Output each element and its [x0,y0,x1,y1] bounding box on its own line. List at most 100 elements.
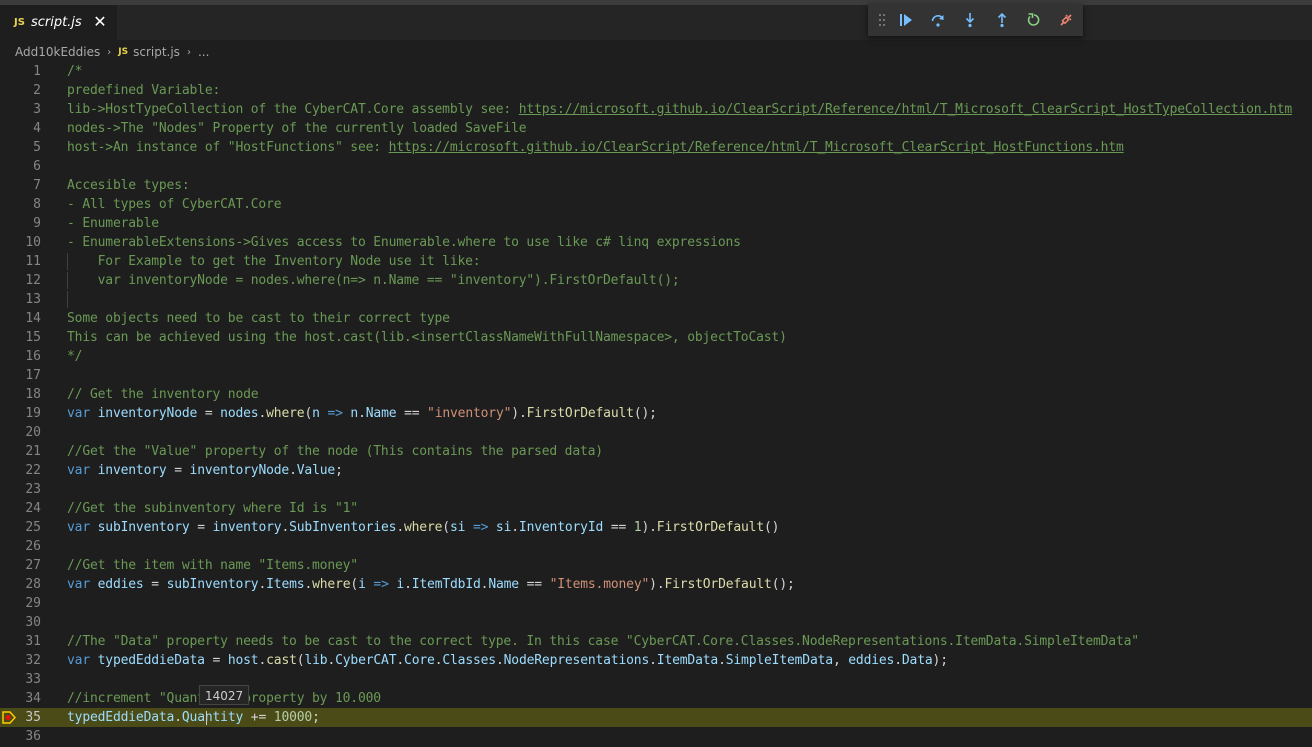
line-number[interactable]: 7 [0,176,41,195]
code-line[interactable]: 6 [0,157,1312,176]
code-link[interactable]: https://microsoft.github.io/ClearScript/… [389,140,1124,155]
line-number[interactable]: 2 [0,81,41,100]
line-number[interactable]: 28 [0,575,41,594]
line-number[interactable]: 16 [0,347,41,366]
code-line[interactable]: 23 [0,480,1312,499]
code-line[interactable]: 8 - All types of CyberCAT.Core [0,195,1312,214]
code-line[interactable]: 4 nodes->The "Nodes" Property of the curr… [0,119,1312,138]
line-number[interactable]: 1 [0,62,41,81]
line-number[interactable]: 22 [0,461,41,480]
line-code[interactable]: //Get the subinventory where Id is "1" [67,499,358,518]
line-number[interactable]: 8 [0,195,41,214]
line-number[interactable]: 23 [0,480,41,499]
line-number[interactable]: 9 [0,214,41,233]
line-code[interactable]: host->An instance of "HostFunctions" see… [67,138,1124,157]
code-line[interactable]: 7 Accesible types: [0,176,1312,195]
line-code[interactable]: This can be achieved using the host.cast… [67,328,787,347]
line-number[interactable]: 30 [0,613,41,632]
code-line[interactable]: 3 lib->HostTypeCollection of the CyberCAT… [0,100,1312,119]
breadcrumb-folder[interactable]: Add10kEddies [15,45,100,59]
breakpoint-current-icon[interactable] [2,711,16,724]
line-code[interactable]: /* [67,62,83,81]
code-line[interactable]: 9 - Enumerable [0,214,1312,233]
code-line[interactable]: 11 For Example to get the Inventory Node… [0,252,1312,271]
line-code[interactable]: var inventory = inventoryNode.Value; [67,461,343,480]
code-line[interactable]: 2 predefined Variable: [0,81,1312,100]
line-code[interactable]: nodes->The "Nodes" Property of the curre… [67,119,527,138]
line-code[interactable]: //Get the item with name "Items.money" [67,556,358,575]
code-line[interactable]: 34//increment "Quantity" property by 10.… [0,689,1312,708]
line-code[interactable]: For Example to get the Inventory Node us… [67,252,481,271]
step-into-button[interactable] [954,4,986,36]
code-line[interactable]: 20 [0,423,1312,442]
line-number[interactable]: 20 [0,423,41,442]
tab-script-js[interactable]: JS script.js ✕ [0,5,117,40]
line-number[interactable]: 10 [0,233,41,252]
code-line[interactable]: 22 var inventory = inventoryNode.Value; [0,461,1312,480]
code-line[interactable]: 30 [0,613,1312,632]
code-line[interactable]: 24 //Get the subinventory where Id is "1" [0,499,1312,518]
code-line[interactable]: 17 [0,366,1312,385]
line-number[interactable]: 29 [0,594,41,613]
code-link[interactable]: https://microsoft.github.io/ClearScript/… [519,102,1292,117]
line-number[interactable]: 15 [0,328,41,347]
line-number[interactable]: 18 [0,385,41,404]
code-line[interactable]: 10 - EnumerableExtensions->Gives access t… [0,233,1312,252]
line-code[interactable]: Accesible types: [67,176,190,195]
line-code[interactable]: //Get the "Value" property of the node (… [67,442,603,461]
code-line[interactable]: 26 [0,537,1312,556]
line-number[interactable]: 6 [0,157,41,176]
code-line[interactable]: 25 var subInventory = inventory.SubInvent… [0,518,1312,537]
line-code[interactable]: Some objects need to be cast to their co… [67,309,450,328]
line-number[interactable]: 36 [0,727,41,746]
breadcrumb-file[interactable]: script.js [133,45,180,59]
line-code[interactable]: var subInventory = inventory.SubInventor… [67,518,780,537]
line-code[interactable]: predefined Variable: [67,81,220,100]
line-number[interactable]: 14 [0,309,41,328]
line-number[interactable]: 3 [0,100,41,119]
line-number[interactable]: 21 [0,442,41,461]
step-out-button[interactable] [986,4,1018,36]
line-number[interactable]: 34 [0,689,41,708]
line-code[interactable]: //The "Data" property needs to be cast t… [67,632,1139,651]
line-code[interactable]: - EnumerableExtensions->Gives access to … [67,233,741,252]
code-line[interactable]: 21 //Get the "Value" property of the node… [0,442,1312,461]
code-line[interactable]: 36 [0,727,1312,746]
code-line[interactable]: 31 //The "Data" property needs to be cast… [0,632,1312,651]
code-line[interactable]: 32 var typedEddieData = host.cast(lib.Cyb… [0,651,1312,670]
close-icon[interactable]: ✕ [91,13,109,31]
line-number[interactable]: 19 [0,404,41,423]
continue-button[interactable] [890,4,922,36]
line-number[interactable]: 27 [0,556,41,575]
code-line[interactable]: 19 var inventoryNode = nodes.where(n => n… [0,404,1312,423]
code-line[interactable]: 18 // Get the inventory node [0,385,1312,404]
line-code[interactable]: - Enumerable [67,214,159,233]
code-line[interactable]: 28 var eddies = subInventory.Items.where(… [0,575,1312,594]
line-code[interactable]: typedEddieData.Quantity += 10000; [67,708,320,727]
breadcrumb-symbols[interactable]: ... [198,45,209,59]
line-number[interactable]: 17 [0,366,41,385]
line-number[interactable]: 24 [0,499,41,518]
restart-button[interactable] [1018,4,1050,36]
line-number[interactable]: 33 [0,670,41,689]
code-line[interactable]: 29 [0,594,1312,613]
line-number[interactable]: 11 [0,252,41,271]
code-line[interactable]: 27 //Get the item with name "Items.money" [0,556,1312,575]
line-code[interactable]: - All types of CyberCAT.Core [67,195,282,214]
line-code[interactable]: var eddies = subInventory.Items.where(i … [67,575,795,594]
line-number[interactable]: 26 [0,537,41,556]
code-line[interactable]: 35 typedEddieData.Quantity += 10000; [0,708,1312,727]
line-code[interactable]: var inventoryNode = nodes.where(n=> n.Na… [67,271,680,290]
line-number[interactable]: 32 [0,651,41,670]
code-line[interactable]: 33 [0,670,1312,689]
code-line[interactable]: 13 [0,290,1312,309]
line-code[interactable]: */ [67,347,83,366]
line-code[interactable]: var typedEddieData = host.cast(lib.Cyber… [67,651,948,670]
code-line[interactable]: 16 */ [0,347,1312,366]
line-code[interactable]: // Get the inventory node [67,385,259,404]
line-number[interactable]: 25 [0,518,41,537]
code-line[interactable]: 15 This can be achieved using the host.ca… [0,328,1312,347]
line-number[interactable]: 5 [0,138,41,157]
code-line[interactable]: 14 Some objects need to be cast to their … [0,309,1312,328]
drag-handle-icon[interactable] [876,4,888,36]
